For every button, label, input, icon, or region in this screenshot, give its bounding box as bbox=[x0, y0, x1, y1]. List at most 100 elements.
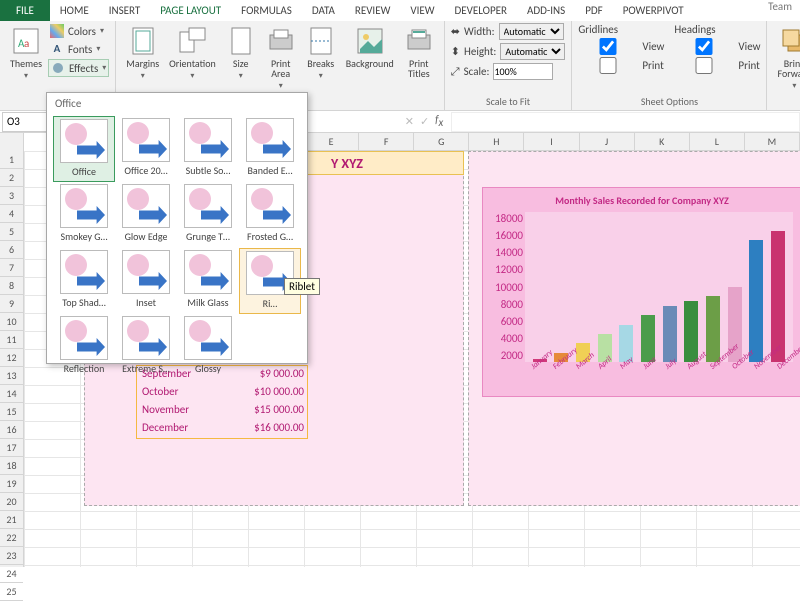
value-cell[interactable]: $15 000.00 bbox=[224, 403, 304, 416]
gridlines-view-checkbox[interactable] bbox=[578, 38, 638, 55]
tab-developer[interactable]: DEVELOPER bbox=[445, 0, 517, 21]
row-header[interactable]: 1 bbox=[0, 151, 23, 169]
row-header[interactable]: 10 bbox=[0, 313, 23, 331]
row-header[interactable]: 17 bbox=[0, 439, 23, 457]
headings-view-checkbox[interactable] bbox=[674, 38, 734, 55]
row-header[interactable]: 20 bbox=[0, 493, 23, 511]
effects-button[interactable]: Effects ▾ bbox=[48, 59, 109, 77]
effects-gallery-item[interactable]: Banded E… bbox=[239, 116, 301, 182]
row-header[interactable]: 12 bbox=[0, 349, 23, 367]
row-header[interactable]: 15 bbox=[0, 403, 23, 421]
tab-review[interactable]: REVIEW bbox=[345, 0, 401, 21]
effects-gallery-item[interactable]: Glossy bbox=[177, 314, 239, 380]
row-header[interactable]: 22 bbox=[0, 529, 23, 547]
background-icon bbox=[355, 25, 385, 57]
tab-file[interactable]: FILE bbox=[0, 0, 50, 21]
enter-formula-icon[interactable]: ✓ bbox=[420, 115, 429, 128]
row-header[interactable]: 2 bbox=[0, 169, 23, 187]
row-header[interactable]: 4 bbox=[0, 205, 23, 223]
tab-page-layout[interactable]: PAGE LAYOUT bbox=[150, 0, 231, 21]
effects-gallery-item[interactable]: Inset bbox=[115, 248, 177, 314]
value-cell[interactable]: $16 000.00 bbox=[224, 421, 304, 434]
effects-gallery-item[interactable]: Office bbox=[53, 116, 115, 182]
effects-gallery-item[interactable]: Reflection bbox=[53, 314, 115, 380]
effects-gallery-item[interactable]: Glow Edge bbox=[115, 182, 177, 248]
headings-print-checkbox[interactable] bbox=[674, 57, 734, 74]
effects-gallery-item[interactable]: Extreme S… bbox=[115, 314, 177, 380]
effects-gallery-item[interactable]: Milk Glass bbox=[177, 248, 239, 314]
row-header[interactable]: 16 bbox=[0, 421, 23, 439]
row-header[interactable]: 21 bbox=[0, 511, 23, 529]
effects-gallery-item[interactable]: Smokey G… bbox=[53, 182, 115, 248]
headings-heading: Headings bbox=[674, 23, 760, 36]
tab-home[interactable]: HOME bbox=[50, 0, 99, 21]
row-header[interactable]: 19 bbox=[0, 475, 23, 493]
scale-input[interactable] bbox=[493, 63, 553, 80]
breaks-button[interactable]: Breaks▾ bbox=[302, 23, 340, 83]
fonts-icon: A bbox=[50, 42, 64, 56]
effect-label: Office bbox=[72, 165, 96, 178]
row-header[interactable]: 6 bbox=[0, 241, 23, 259]
month-cell[interactable]: December bbox=[138, 421, 224, 434]
month-cell[interactable]: October bbox=[138, 385, 224, 398]
row-header[interactable]: 5 bbox=[0, 223, 23, 241]
print-area-button[interactable]: Print Area▾ bbox=[262, 23, 300, 93]
effects-gallery-item[interactable]: Office 20… bbox=[115, 116, 177, 182]
tooltip: Riblet bbox=[284, 278, 320, 295]
tab-data[interactable]: DATA bbox=[302, 0, 345, 21]
print-titles-button[interactable]: Print Titles bbox=[400, 23, 438, 81]
effect-label: Office 20… bbox=[124, 164, 167, 177]
row-header[interactable]: 18 bbox=[0, 457, 23, 475]
effects-gallery-item[interactable]: Grunge T… bbox=[177, 182, 239, 248]
orientation-button[interactable]: Orientation▾ bbox=[165, 23, 220, 83]
chart-bar[interactable] bbox=[749, 240, 763, 362]
background-button[interactable]: Background bbox=[342, 23, 398, 71]
height-select[interactable]: Automatic bbox=[500, 43, 565, 60]
row-header[interactable]: 25 bbox=[0, 583, 23, 601]
row-header[interactable]: 3 bbox=[0, 187, 23, 205]
formula-input[interactable] bbox=[451, 112, 800, 132]
effects-gallery-item[interactable]: Subtle So… bbox=[177, 116, 239, 182]
tab-insert[interactable]: INSERT bbox=[99, 0, 151, 21]
bring-forward-button[interactable]: Bring Forward▾ bbox=[773, 23, 800, 93]
fx-icon[interactable]: fx bbox=[435, 113, 443, 129]
cancel-formula-icon[interactable]: ✕ bbox=[405, 115, 414, 128]
team-label: Team bbox=[760, 0, 800, 21]
fonts-button[interactable]: AFonts ▾ bbox=[48, 41, 109, 57]
row-header[interactable]: 9 bbox=[0, 295, 23, 313]
effects-gallery-item[interactable]: Top Shad… bbox=[53, 248, 115, 314]
tab-addins[interactable]: ADD-INS bbox=[517, 0, 575, 21]
row-header[interactable]: 13 bbox=[0, 367, 23, 385]
chart-bar[interactable] bbox=[706, 296, 720, 362]
row-header[interactable]: 14 bbox=[0, 385, 23, 403]
effect-label: Ri… bbox=[263, 297, 278, 310]
row-header[interactable]: 8 bbox=[0, 277, 23, 295]
tab-formulas[interactable]: FORMULAS bbox=[231, 0, 302, 21]
width-select[interactable]: Automatic bbox=[499, 23, 564, 40]
margins-button[interactable]: Margins▾ bbox=[122, 23, 163, 83]
row-header[interactable]: 24 bbox=[0, 565, 23, 583]
row-header[interactable]: 7 bbox=[0, 259, 23, 277]
gridlines-print-label: Print bbox=[642, 59, 663, 72]
chart-monthly-sales[interactable]: Monthly Sales Recorded for Company XYZ 1… bbox=[482, 187, 800, 397]
effects-gallery-item[interactable]: Frosted G… bbox=[239, 182, 301, 248]
gridlines-print-checkbox[interactable] bbox=[578, 57, 638, 74]
table-row[interactable]: November$15 000.00 bbox=[138, 403, 304, 416]
effect-label: Glow Edge bbox=[125, 230, 168, 243]
name-box[interactable]: O3 bbox=[2, 112, 48, 132]
table-row[interactable]: October$10 000.00 bbox=[138, 385, 304, 398]
colors-button[interactable]: Colors ▾ bbox=[48, 23, 109, 39]
month-cell[interactable]: November bbox=[138, 403, 224, 416]
value-cell[interactable]: $10 000.00 bbox=[224, 385, 304, 398]
size-button[interactable]: Size▾ bbox=[222, 23, 260, 83]
tab-powerpivot[interactable]: POWERPIVOT bbox=[613, 0, 694, 21]
tab-pdf[interactable]: PDF bbox=[575, 0, 613, 21]
row-header[interactable]: 11 bbox=[0, 331, 23, 349]
themes-button[interactable]: Aa Themes ▾ bbox=[6, 23, 46, 83]
chart-bar[interactable] bbox=[663, 306, 677, 362]
row-header[interactable]: 23 bbox=[0, 547, 23, 565]
height-icon: ⬍ bbox=[451, 45, 460, 58]
table-row[interactable]: December$16 000.00 bbox=[138, 421, 304, 434]
chart-y-axis: 1800016000140001200010000800060004000200… bbox=[491, 212, 523, 362]
tab-view[interactable]: VIEW bbox=[400, 0, 444, 21]
